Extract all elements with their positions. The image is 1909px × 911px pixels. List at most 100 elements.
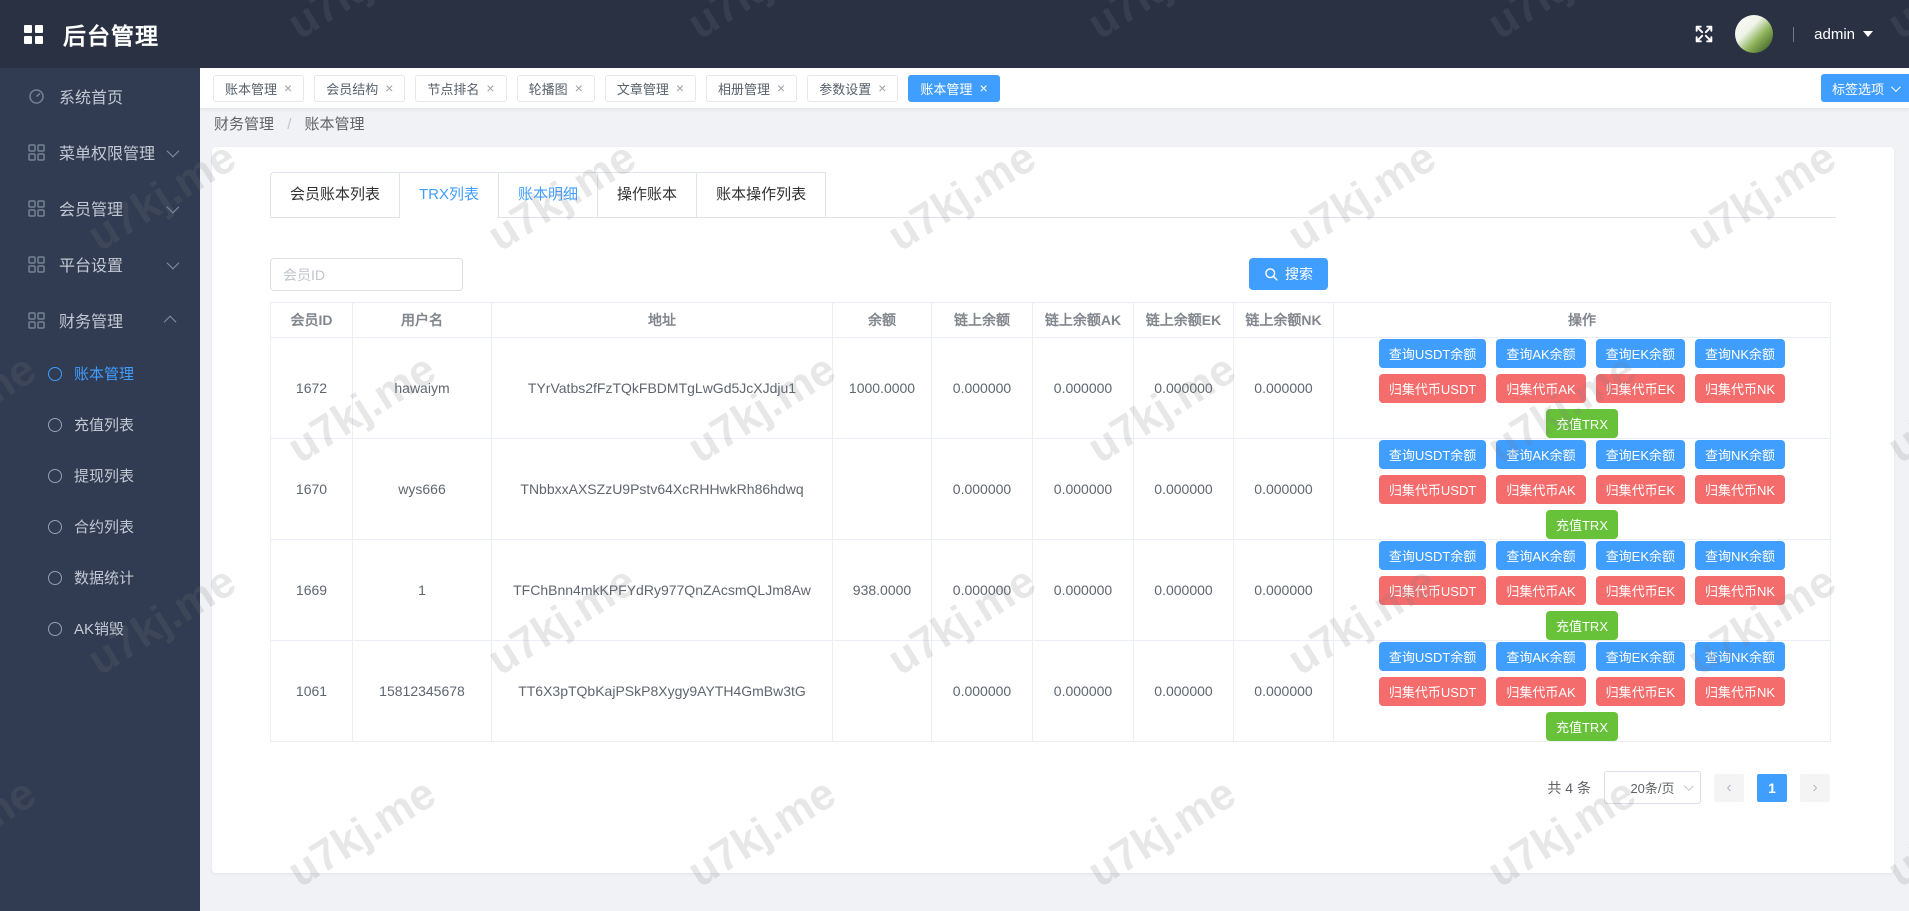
query-balance-button[interactable]: 查询EK余额: [1595, 439, 1685, 469]
sidebar-subitem[interactable]: 充值列表: [0, 399, 200, 450]
sidebar-item[interactable]: 平台设置: [0, 236, 200, 292]
query-balance-button[interactable]: 查询USDT余额: [1378, 439, 1487, 469]
close-icon[interactable]: ×: [777, 81, 785, 95]
prev-page-button[interactable]: ‹: [1714, 773, 1744, 802]
sidebar-item-label: 菜单权限管理: [59, 146, 156, 163]
collect-token-button[interactable]: 归集代币NK: [1695, 373, 1786, 403]
query-balance-button[interactable]: 查询NK余额: [1695, 540, 1786, 570]
breadcrumb-item[interactable]: 财务管理: [214, 116, 274, 133]
tag-tab[interactable]: 轮播图 ×: [516, 74, 595, 102]
query-balance-button[interactable]: 查询EK余额: [1595, 338, 1685, 368]
column-header: 地址: [491, 302, 833, 338]
page-number-button[interactable]: 1: [1757, 773, 1787, 802]
cell-chain-ek: 0.000000: [1133, 640, 1234, 742]
cell-balance: 1000.0000: [832, 337, 932, 439]
close-icon[interactable]: ×: [979, 81, 987, 95]
collect-token-button[interactable]: 归集代币USDT: [1378, 474, 1487, 504]
sidebar-subitem[interactable]: 账本管理: [0, 348, 200, 399]
query-balance-button[interactable]: 查询EK余额: [1595, 641, 1685, 671]
tag-tab[interactable]: 文章管理 ×: [604, 74, 697, 102]
sidebar-item[interactable]: 财务管理: [0, 292, 200, 348]
close-icon[interactable]: ×: [575, 81, 583, 95]
close-icon[interactable]: ×: [486, 81, 494, 95]
tag-tab-label: 节点排名: [427, 81, 480, 97]
search-button[interactable]: 搜索: [1249, 258, 1328, 290]
sidebar-subitem[interactable]: 提现列表: [0, 450, 200, 501]
collect-token-button[interactable]: 归集代币AK: [1496, 676, 1586, 706]
avatar[interactable]: [1735, 15, 1774, 53]
collect-token-button[interactable]: 归集代币USDT: [1378, 373, 1487, 403]
tag-tab[interactable]: 会员结构 ×: [314, 74, 406, 102]
next-page-button[interactable]: ›: [1800, 773, 1830, 802]
tag-tab[interactable]: 相册管理 ×: [706, 74, 798, 102]
panel-tab[interactable]: TRX列表: [400, 172, 500, 218]
panel-tab[interactable]: 账本操作列表: [697, 172, 827, 217]
close-icon[interactable]: ×: [676, 81, 684, 95]
query-balance-button[interactable]: 查询NK余额: [1695, 641, 1786, 671]
cell-chain-balance: 0.000000: [931, 337, 1033, 439]
sidebar-subitem[interactable]: 合约列表: [0, 501, 200, 552]
sidebar-subitem-label: 充值列表: [74, 417, 135, 434]
circle-icon: [48, 417, 62, 432]
sidebar-subitem[interactable]: 数据统计: [0, 552, 200, 603]
tag-options-button[interactable]: 标签选项: [1821, 74, 1909, 102]
content-card: 会员账本列表TRX列表账本明细操作账本账本操作列表 搜索 会员ID用户名地址余额…: [212, 147, 1894, 873]
cell-actions: 查询USDT余额 查询AK余额 查询EK余额 查询NK余额归集代币USDT 归集代币AK…: [1333, 337, 1831, 439]
collect-token-button[interactable]: 归集代币NK: [1695, 575, 1786, 605]
query-balance-button[interactable]: 查询EK余额: [1595, 540, 1685, 570]
close-icon[interactable]: ×: [385, 81, 393, 95]
tag-tab[interactable]: 参数设置 ×: [807, 74, 899, 102]
collect-token-button[interactable]: 归集代币USDT: [1378, 676, 1487, 706]
panel-tab[interactable]: 操作账本: [598, 172, 698, 217]
sidebar-item[interactable]: 菜单权限管理: [0, 124, 200, 180]
tag-tab[interactable]: 账本管理 ×: [908, 74, 1000, 102]
tag-tab-label: 会员结构: [326, 81, 379, 97]
collect-token-button[interactable]: 归集代币AK: [1496, 474, 1586, 504]
column-header: 链上余额AK: [1032, 302, 1134, 338]
collect-token-button[interactable]: 归集代币EK: [1595, 474, 1685, 504]
sidebar-item-label: 平台设置: [59, 258, 124, 275]
panel-tab[interactable]: 会员账本列表: [270, 172, 401, 217]
page-size-select[interactable]: 20条/页: [1604, 771, 1701, 804]
collect-token-button[interactable]: 归集代币AK: [1496, 373, 1586, 403]
query-balance-button[interactable]: 查询NK余额: [1695, 338, 1786, 368]
close-icon[interactable]: ×: [284, 81, 292, 95]
user-menu[interactable]: admin: [1814, 26, 1873, 43]
query-balance-button[interactable]: 查询AK余额: [1496, 540, 1586, 570]
sidebar-item-label: 系统首页: [59, 90, 124, 107]
query-balance-button[interactable]: 查询USDT余额: [1378, 540, 1487, 570]
apps-grid-icon[interactable]: [24, 24, 43, 44]
collect-token-button[interactable]: 归集代币EK: [1595, 373, 1685, 403]
collect-token-button[interactable]: 归集代币EK: [1595, 575, 1685, 605]
tag-tab-label: 轮播图: [528, 81, 568, 97]
table-header-row: 会员ID 用户名 地址 余额 链上余额 链上余额AK 链上余额EK 链上余额NK 操作: [270, 302, 1831, 338]
recharge-trx-button[interactable]: 充值TRX: [1545, 711, 1618, 741]
query-balance-button[interactable]: 查询AK余额: [1496, 641, 1586, 671]
sidebar-item[interactable]: 会员管理: [0, 180, 200, 236]
tag-tab-label: 相册管理: [718, 81, 771, 97]
panel-tab[interactable]: 账本明细: [499, 172, 599, 217]
query-balance-button[interactable]: 查询USDT余额: [1378, 338, 1487, 368]
collect-token-button[interactable]: 归集代币EK: [1595, 676, 1685, 706]
collect-token-button[interactable]: 归集代币NK: [1695, 676, 1786, 706]
collect-token-button[interactable]: 归集代币AK: [1496, 575, 1586, 605]
query-balance-button[interactable]: 查询AK余额: [1496, 338, 1586, 368]
sidebar-subitem[interactable]: AK销毁: [0, 603, 200, 654]
cell-balance: 938.0000: [832, 539, 932, 641]
close-icon[interactable]: ×: [878, 81, 886, 95]
collect-token-button[interactable]: 归集代币NK: [1695, 474, 1786, 504]
cell-chain-nk: 0.000000: [1233, 539, 1334, 641]
tag-tab[interactable]: 账本管理 ×: [213, 74, 305, 102]
recharge-trx-button[interactable]: 充值TRX: [1545, 509, 1618, 539]
recharge-trx-button[interactable]: 充值TRX: [1545, 408, 1618, 438]
member-id-input[interactable]: [270, 258, 463, 291]
query-balance-button[interactable]: 查询AK余额: [1496, 439, 1586, 469]
query-balance-button[interactable]: 查询NK余额: [1695, 439, 1786, 469]
recharge-trx-button[interactable]: 充值TRX: [1545, 610, 1618, 640]
sidebar-item[interactable]: 系统首页: [0, 68, 200, 124]
query-balance-button[interactable]: 查询USDT余额: [1378, 641, 1487, 671]
column-header: 链上余额NK: [1233, 302, 1334, 338]
collect-token-button[interactable]: 归集代币USDT: [1378, 575, 1487, 605]
tag-tab[interactable]: 节点排名 ×: [415, 74, 507, 102]
fullscreen-icon[interactable]: [1693, 23, 1715, 45]
